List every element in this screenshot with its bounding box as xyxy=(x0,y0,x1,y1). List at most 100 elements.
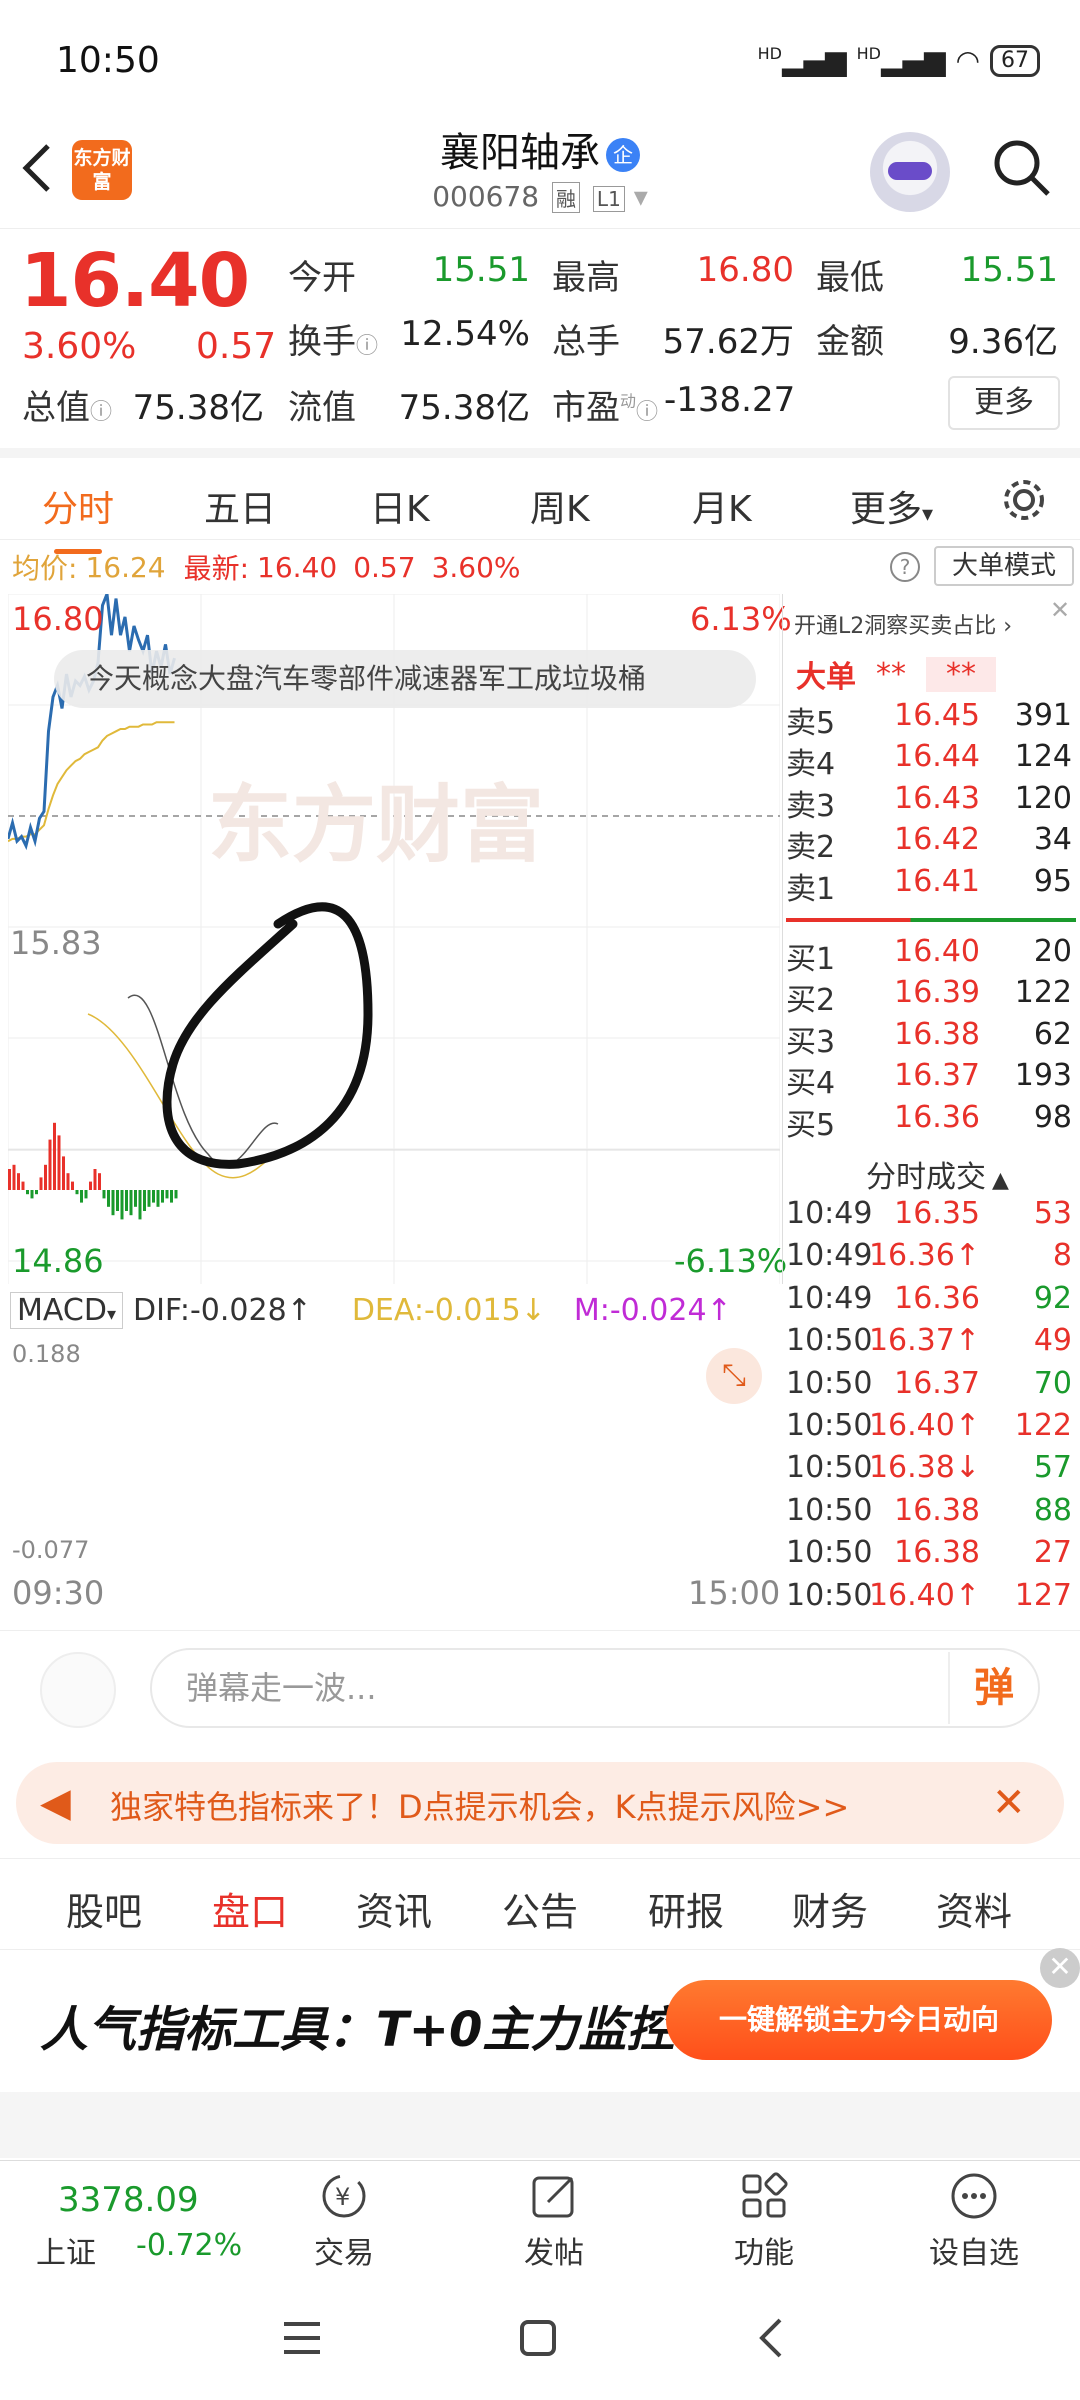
row-volume: 391 xyxy=(1014,698,1072,733)
tab-announcements[interactable]: 公告 xyxy=(502,1881,578,1936)
row-price: 16.45 xyxy=(894,698,980,733)
row-volume: 49 xyxy=(1033,1323,1072,1359)
enterprise-badge-icon: 企 xyxy=(606,138,640,172)
index-name: 上证 xyxy=(36,2236,96,2271)
more-button[interactable]: 更多 xyxy=(948,376,1060,430)
tab-intraday[interactable]: 分时 xyxy=(42,480,114,554)
macd-selector[interactable]: MACD▾ xyxy=(10,1291,123,1329)
row-label: 10:50 xyxy=(786,1450,873,1486)
info-icon: ⓘ xyxy=(356,334,379,359)
menu-icon[interactable] xyxy=(280,2318,324,2358)
nav-post[interactable]: 发帖 xyxy=(494,2170,614,2272)
close-icon[interactable]: ✕ xyxy=(1050,596,1070,624)
macd-bar xyxy=(71,1181,74,1190)
nav-functions[interactable]: 功能 xyxy=(704,2170,824,2272)
help-icon[interactable]: ? xyxy=(890,552,920,582)
macd-bar xyxy=(26,1190,29,1195)
quote-label-low: 最低 xyxy=(816,258,884,298)
row-label: 10:50 xyxy=(786,1365,873,1401)
trade-row: 10:50 16.37 70 xyxy=(782,1366,1080,1408)
macd-bar xyxy=(39,1177,43,1190)
row-price: 16.44 xyxy=(894,739,980,775)
expand-icon[interactable]: ⤡ xyxy=(706,1348,762,1404)
close-icon[interactable]: ✕ xyxy=(992,1780,1026,1826)
nav-add-watchlist[interactable]: 设自选 xyxy=(914,2170,1034,2272)
time-end-label: 15:00 xyxy=(688,1574,781,1612)
info-tabs: 股吧 盘口 资讯 公告 研报 财务 资料 xyxy=(0,1858,1080,1958)
quote-label-pe[interactable]: 市盈动ⓘ xyxy=(552,380,658,429)
tab-research[interactable]: 研报 xyxy=(648,1881,724,1936)
macd-bar xyxy=(102,1190,106,1199)
trade-row: 10:50 16.38 27 xyxy=(782,1535,1080,1577)
danmu-settings-icon[interactable] xyxy=(40,1652,116,1728)
search-icon[interactable] xyxy=(990,136,1054,200)
tab-profile[interactable]: 资料 xyxy=(936,1881,1012,1936)
megaphone-icon: ◀ xyxy=(40,1780,71,1826)
tab-monthly-k[interactable]: 月K xyxy=(692,480,752,532)
macd-bar xyxy=(21,1181,25,1190)
quote-value-float-cap: 75.38亿 xyxy=(398,388,530,428)
back-icon[interactable] xyxy=(752,2314,792,2362)
row-label: 卖5 xyxy=(786,706,836,741)
index-value[interactable]: 3378.09 xyxy=(58,2180,199,2220)
ad-cta-button[interactable]: 一键解锁主力今日动向 xyxy=(666,1980,1052,2060)
quote-label-turnover[interactable]: 换手ⓘ xyxy=(288,314,378,363)
signal-icon: HD▂▄▆ xyxy=(856,44,946,77)
tab-forum[interactable]: 股吧 xyxy=(66,1881,142,1936)
l2-promo-link[interactable]: 开通L2洞察买卖占比 › xyxy=(794,608,1012,640)
bid-ask-ratio-bar xyxy=(786,918,1076,922)
row-label: 卖4 xyxy=(786,747,836,783)
nav-trade[interactable]: ¥ 交易 xyxy=(284,2170,404,2272)
current-price: 16.40 xyxy=(20,238,250,324)
row-price: 16.39 xyxy=(894,975,980,1011)
trades-title[interactable]: 分时成交 ▲ xyxy=(866,1152,1009,1196)
tab-five-day[interactable]: 五日 xyxy=(204,480,276,532)
row-volume: 70 xyxy=(1033,1365,1072,1401)
tab-more[interactable]: 更多▾ xyxy=(850,480,933,532)
row-price: 16.38↓ xyxy=(868,1450,980,1486)
info-icon: ⓘ xyxy=(90,400,113,425)
big-order-mode-button[interactable]: 大单模式 xyxy=(934,546,1074,586)
tab-orderbook[interactable]: 盘口 xyxy=(212,1881,288,1958)
macd-top-label: 0.188 xyxy=(12,1340,81,1368)
danmu-input[interactable]: 弹幕走一波... xyxy=(150,1648,1040,1728)
row-volume: 122 xyxy=(1014,1408,1072,1443)
clock: 10:50 xyxy=(56,40,160,81)
change-amount: 0.57 xyxy=(196,326,277,367)
danmu-send-button[interactable]: 弹 xyxy=(948,1652,1038,1724)
row-price: 16.36↑ xyxy=(868,1238,980,1274)
tab-finance[interactable]: 财务 xyxy=(792,1881,868,1936)
quote-label-market-cap[interactable]: 总值ⓘ xyxy=(22,380,112,429)
row-price: 16.35 xyxy=(894,1196,980,1231)
tab-news[interactable]: 资讯 xyxy=(356,1881,432,1936)
spacer xyxy=(0,2092,1080,2158)
macd-bar xyxy=(125,1190,128,1211)
trade-row: 10:50 16.37↑ 49 xyxy=(782,1323,1080,1365)
row-price: 16.38 xyxy=(894,1492,980,1528)
macd-bar xyxy=(107,1190,110,1207)
home-icon[interactable] xyxy=(516,2316,560,2360)
macd-bar xyxy=(44,1164,47,1190)
macd-bar xyxy=(165,1190,169,1199)
trade-row: 10:50 16.40↑ 122 xyxy=(782,1408,1080,1450)
assistant-robot-icon[interactable] xyxy=(870,132,950,212)
news-ticker[interactable]: 今天概念大盘汽车零部件减速器军工成垃圾桶 xyxy=(54,650,756,708)
tab-daily-k[interactable]: 日K xyxy=(370,480,430,532)
quote-label-amount: 金额 xyxy=(816,322,884,362)
macd-bar xyxy=(89,1181,92,1190)
row-label: 10:49 xyxy=(786,1196,873,1231)
bid-row: 买3 16.38 62 xyxy=(782,1017,1080,1060)
tab-weekly-k[interactable]: 周K xyxy=(530,480,590,532)
promo-notice-text[interactable]: 独家特色指标来了！D点提示机会，K点提示风险>> xyxy=(110,1782,849,1828)
macd-bar xyxy=(161,1190,164,1203)
settings-gear-icon[interactable] xyxy=(1000,476,1048,524)
edit-icon xyxy=(532,2176,574,2218)
latest-pct: 3.60% xyxy=(431,550,521,584)
battery-icon: 67 xyxy=(990,44,1040,77)
quote-label-float-cap: 流值 xyxy=(288,388,356,428)
row-volume: 127 xyxy=(1014,1577,1072,1613)
row-volume: 27 xyxy=(1033,1535,1072,1571)
close-icon[interactable]: ✕ xyxy=(1040,1948,1080,1988)
row-price: 16.40↑ xyxy=(868,1577,980,1613)
quote-label-volume: 总手 xyxy=(552,322,620,362)
